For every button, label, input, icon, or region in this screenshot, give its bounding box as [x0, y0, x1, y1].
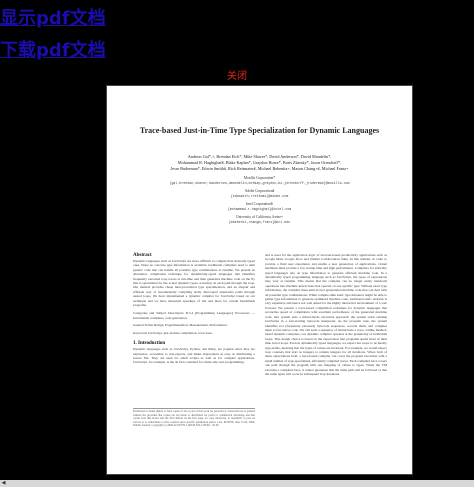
authors-line-1: Andreas Gal*,+, Brendan Eich*, Mike Shav…	[187, 154, 332, 159]
horizontal-scrollbar[interactable]	[0, 480, 474, 487]
keywords: Keywords JavaScript, just-in-time compil…	[133, 330, 213, 335]
emails-uci: {mbebenit,changm,franz}@uci.edu	[228, 220, 291, 224]
affiliation-uci: University of California, Irvine+	[236, 215, 283, 219]
affiliation-mozilla: Mozilla Corporation*	[243, 176, 276, 180]
pdf-page: Trace-based Just-in-Time Type Specializa…	[107, 86, 412, 474]
close-button[interactable]: 关闭	[0, 67, 474, 82]
emails-mozilla: {gal,brendan,shaver,danderson,dmandelin,…	[169, 181, 350, 185]
affiliation-adobe: Adobe Corporation#	[244, 189, 275, 193]
general-terms: General Terms Design, Experimentation, M…	[133, 323, 228, 328]
paper-title: Trace-based Just-in-Time Type Specializa…	[139, 126, 380, 135]
download-pdf-link[interactable]: 下载pdf文档	[0, 36, 106, 62]
emails-adobe: {edwsmith,rreitmai}@adobe.com	[230, 194, 289, 198]
authors-line-2: Mohammad R. Haghighat$, Blake Kaplan*, G…	[177, 160, 342, 165]
copyright-footnote: Permission to make digital or hard copie…	[133, 408, 255, 428]
right-column-text: and is used for the application logic of…	[265, 253, 387, 376]
introduction-text: Dynamic languages such as JavaScript, Py…	[133, 347, 255, 365]
scroll-left-arrow-icon[interactable]: ◀	[0, 480, 7, 487]
emails-intel: {mohammad.r.haghighat}@intel.com	[227, 207, 292, 211]
categories-text: Categories and Subject Descriptors D.3.4…	[133, 311, 255, 320]
left-column: Abstract Dynamic languages such as JavaS…	[133, 253, 255, 365]
abstract-text: Dynamic languages such as JavaScript are…	[133, 259, 255, 308]
affiliation-intel: Intel Corporation$	[246, 202, 273, 206]
show-pdf-link[interactable]: 显示pdf文档	[0, 4, 106, 30]
authors-line-3: Jesse Ruderman*, Edwin Smith#, Rick Reit…	[170, 166, 349, 171]
